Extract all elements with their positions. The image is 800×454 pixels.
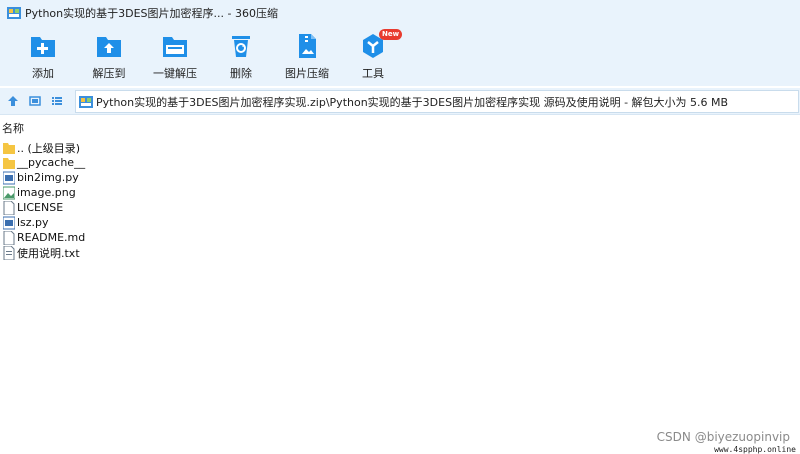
zip-archive-icon xyxy=(79,95,93,108)
thumbnail-view-button[interactable] xyxy=(26,92,44,110)
up-level-button[interactable] xyxy=(4,92,22,110)
extract-to-label: 解压到 xyxy=(92,67,126,80)
image-compress-icon xyxy=(299,34,316,58)
folder-icon xyxy=(3,157,15,169)
list-item-name: lsz.py xyxy=(17,216,49,229)
image-compress-label: 图片压缩 xyxy=(285,67,329,80)
python-file-icon xyxy=(3,216,15,229)
add-button[interactable]: 添加 xyxy=(13,32,73,84)
file-icon xyxy=(3,200,15,215)
delete-label: 删除 xyxy=(230,67,252,80)
watermark-site: www.4spphp.online xyxy=(714,445,796,454)
one-click-extract-icon xyxy=(163,37,187,57)
list-item[interactable]: .. (上级目录) xyxy=(0,140,400,155)
one-click-extract-label: 一键解压 xyxy=(153,67,197,80)
window-title: Python实现的基于3DES图片加密程序... - 360压缩 xyxy=(25,7,278,20)
list-item-name: LICENSE xyxy=(17,201,64,214)
new-badge: New xyxy=(379,29,403,40)
image-file-icon xyxy=(3,186,15,199)
delete-icon xyxy=(232,36,250,57)
path-field[interactable]: Python实现的基于3DES图片加密程序实现.zip\Python实现的基于3… xyxy=(75,90,799,113)
list-item[interactable]: __pycache__ xyxy=(0,155,400,170)
list-item-name: __pycache__ xyxy=(17,156,86,169)
add-icon xyxy=(31,37,55,57)
image-compress-button[interactable]: 图片压缩 xyxy=(277,32,337,84)
address-bar: Python实现的基于3DES图片加密程序实现.zip\Python实现的基于3… xyxy=(0,88,800,115)
file-icon xyxy=(3,230,15,245)
list-item-name: README.md xyxy=(17,231,86,244)
list-item[interactable]: 使用说明.txt xyxy=(0,245,400,260)
one-click-extract-button[interactable]: 一键解压 xyxy=(145,32,205,84)
extract-to-button[interactable]: 解压到 xyxy=(79,32,139,84)
extract-to-icon xyxy=(97,37,121,57)
list-item[interactable]: bin2img.py xyxy=(0,170,400,185)
list-item-name: 使用说明.txt xyxy=(17,246,80,260)
text-file-icon xyxy=(3,245,15,260)
python-file-icon xyxy=(3,171,15,184)
tools-label: 工具 xyxy=(362,67,384,80)
file-list: .. (上级目录) __pycache__ bin2img.py image.p… xyxy=(0,140,400,260)
arrow-up-icon xyxy=(8,96,18,106)
add-label: 添加 xyxy=(32,67,54,80)
list-item[interactable]: lsz.py xyxy=(0,215,400,230)
list-item[interactable]: LICENSE xyxy=(0,200,400,215)
list-item[interactable]: image.png xyxy=(0,185,400,200)
column-header-name[interactable]: 名称 xyxy=(0,118,800,138)
list-item-name: image.png xyxy=(17,186,76,199)
list-view-button[interactable] xyxy=(48,92,66,110)
list-item-name: .. (上级目录) xyxy=(17,141,81,155)
delete-button[interactable]: 删除 xyxy=(211,32,271,84)
folder-icon xyxy=(3,142,15,154)
toolbar: 添加 解压到 一键解压 删除 图片压缩 New 工具 xyxy=(0,26,800,86)
path-text: Python实现的基于3DES图片加密程序实现.zip\Python实现的基于3… xyxy=(96,95,729,109)
list-view-icon xyxy=(52,97,62,105)
list-item-name: bin2img.py xyxy=(17,171,79,184)
archive-app-icon xyxy=(7,7,21,19)
watermark-csdn: CSDN @biyezuopinvip xyxy=(656,430,790,444)
title-bar: Python实现的基于3DES图片加密程序... - 360压缩 xyxy=(0,0,800,26)
list-item[interactable]: README.md xyxy=(0,230,400,245)
column-header-label: 名称 xyxy=(2,122,24,135)
tools-button[interactable]: New 工具 xyxy=(343,29,403,84)
thumbnail-view-icon xyxy=(29,96,41,106)
